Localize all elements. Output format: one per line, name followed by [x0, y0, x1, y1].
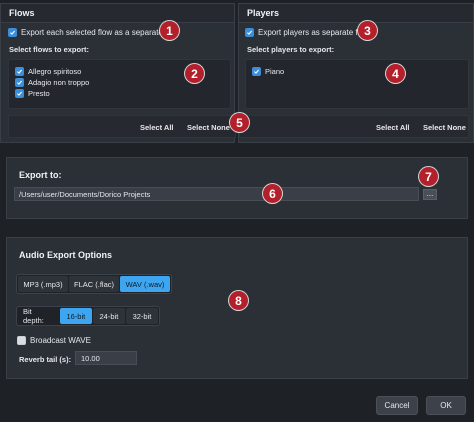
- browse-button[interactable]: ...: [423, 189, 437, 200]
- export-path-field[interactable]: /Users/user/Documents/Dorico Projects: [14, 187, 419, 201]
- callout-badge: 7: [419, 167, 438, 186]
- flows-panel-header: Flows: [1, 4, 234, 23]
- players-select-all-button[interactable]: Select All: [376, 123, 410, 132]
- reverb-tail-input[interactable]: 10.00: [75, 351, 137, 365]
- bit-depth-label: Bit depth:: [23, 307, 44, 325]
- checkbox-checked-icon: [15, 67, 24, 76]
- callout-badge: 4: [386, 64, 405, 83]
- player-item[interactable]: Piano: [252, 66, 462, 77]
- bit-depth-24-option[interactable]: 24-bit: [92, 308, 125, 324]
- select-flows-label: Select flows to export:: [9, 45, 90, 54]
- export-flows-separate-label: Export each selected flow as a separate …: [21, 28, 176, 37]
- reverb-tail-label: Reverb tail (s):: [19, 355, 72, 364]
- flows-title: Flows: [9, 8, 35, 18]
- export-to-title: Export to:: [19, 170, 62, 180]
- broadcast-wave-checkbox[interactable]: Broadcast WAVE: [17, 336, 91, 345]
- players-panel-header: Players: [239, 4, 473, 23]
- player-item-label: Piano: [265, 67, 285, 76]
- callout-badge: 6: [263, 184, 282, 203]
- broadcast-wave-label: Broadcast WAVE: [30, 336, 91, 345]
- bit-depth-selector: Bit depth: 16-bit 24-bit 32-bit: [16, 306, 160, 326]
- flow-item-label: Presto: [28, 89, 50, 98]
- players-select-none-button[interactable]: Select None: [423, 123, 466, 132]
- select-players-label: Select players to export:: [247, 45, 335, 54]
- callout-badge: 3: [358, 21, 377, 40]
- flows-select-none-button[interactable]: Select None: [187, 123, 230, 132]
- format-wav-option[interactable]: WAV (.wav): [120, 276, 170, 292]
- checkbox-checked-icon: [8, 28, 17, 37]
- bit-depth-32-option[interactable]: 32-bit: [125, 308, 158, 324]
- checkbox-checked-icon: [245, 28, 254, 37]
- format-selector: MP3 (.mp3) FLAC (.flac) WAV (.wav): [16, 274, 172, 294]
- flow-item-label: Allegro spiritoso: [28, 67, 82, 76]
- players-panel: Players Export players as separate files…: [238, 3, 474, 143]
- flow-item[interactable]: Presto: [15, 88, 224, 99]
- players-title: Players: [247, 8, 280, 18]
- players-list: Piano: [245, 59, 469, 109]
- flows-select-all-button[interactable]: Select All: [140, 123, 174, 132]
- ok-button[interactable]: OK: [426, 396, 466, 415]
- players-button-bar: Select All Select None: [239, 115, 469, 138]
- format-flac-option[interactable]: FLAC (.flac): [69, 276, 119, 292]
- callout-badge: 8: [229, 291, 248, 310]
- checkbox-unchecked-icon: [17, 336, 26, 345]
- bit-depth-16-option[interactable]: 16-bit: [59, 308, 92, 324]
- checkbox-checked-icon: [15, 78, 24, 87]
- format-mp3-option[interactable]: MP3 (.mp3): [18, 276, 68, 292]
- callout-badge: 2: [185, 64, 204, 83]
- export-players-separate-label: Export players as separate files: [258, 28, 370, 37]
- callout-badge: 5: [230, 113, 249, 132]
- callout-badge: 1: [160, 21, 179, 40]
- export-players-separate-checkbox[interactable]: Export players as separate files: [245, 28, 370, 37]
- flow-item-label: Adagio non troppo: [28, 78, 90, 87]
- cancel-button[interactable]: Cancel: [376, 396, 418, 415]
- export-flows-separate-checkbox[interactable]: Export each selected flow as a separate …: [8, 28, 175, 37]
- export-to-panel: Export to: /Users/user/Documents/Dorico …: [6, 157, 468, 219]
- flows-button-bar: Select All Select None: [8, 115, 236, 138]
- checkbox-checked-icon: [15, 89, 24, 98]
- audio-options-title: Audio Export Options: [19, 250, 112, 260]
- checkbox-checked-icon: [252, 67, 261, 76]
